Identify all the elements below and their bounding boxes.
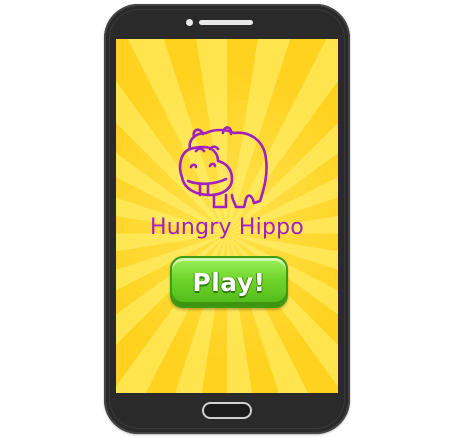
phone-frame: Hungry Hippo Play! — [104, 4, 350, 434]
game-start-screen: Hungry Hippo Play! — [116, 39, 338, 393]
hippo-icon — [178, 126, 268, 209]
app-title: Hungry Hippo — [150, 215, 304, 240]
earpiece-speaker — [199, 20, 253, 25]
play-button[interactable]: Play! — [170, 256, 288, 308]
home-button[interactable] — [202, 402, 252, 419]
play-button-label: Play! — [192, 267, 266, 297]
front-camera-icon — [186, 19, 193, 26]
